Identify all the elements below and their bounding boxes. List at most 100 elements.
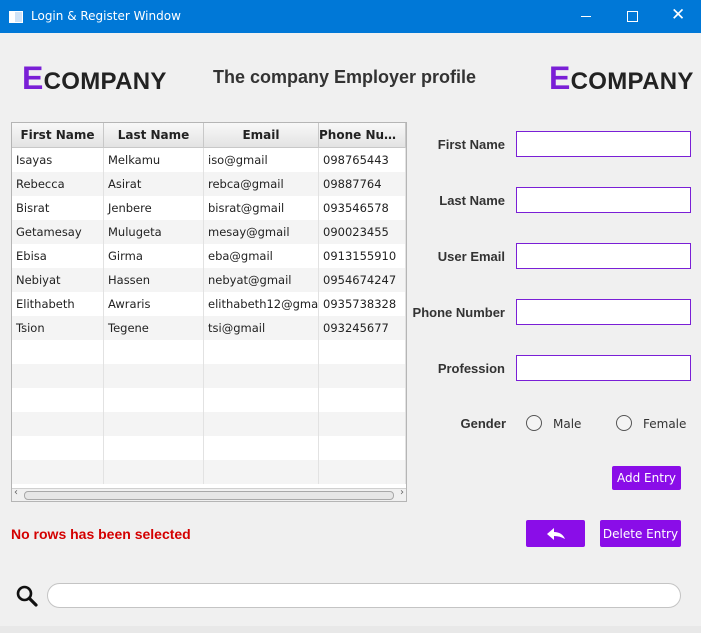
- first-name-field[interactable]: [516, 131, 691, 157]
- phone-field[interactable]: [516, 299, 691, 325]
- cell-first-name: [12, 460, 104, 484]
- cell-first-name: [12, 340, 104, 364]
- window-title: Login & Register Window: [31, 9, 181, 23]
- cell-last-name: Melkamu: [104, 148, 204, 172]
- delete-entry-button[interactable]: Delete Entry: [600, 520, 681, 547]
- cell-email: [204, 364, 319, 388]
- profession-field[interactable]: [516, 355, 691, 381]
- table-row[interactable]: Tsion Tegene tsi@gmail 093245677: [12, 316, 406, 340]
- cell-phone: 09887764: [319, 172, 406, 196]
- cell-email: iso@gmail: [204, 148, 319, 172]
- table-row[interactable]: Nebiyat Hassen nebyat@gmail 0954674247: [12, 268, 406, 292]
- table-row[interactable]: [12, 460, 406, 484]
- cell-email: [204, 412, 319, 436]
- scrollbar-thumb[interactable]: [24, 491, 394, 500]
- back-button[interactable]: [526, 520, 585, 547]
- table-row[interactable]: [12, 436, 406, 460]
- cell-last-name: [104, 340, 204, 364]
- cell-first-name: Getamesay: [12, 220, 104, 244]
- logo-text: COMPANY: [570, 68, 694, 95]
- table-row[interactable]: [12, 364, 406, 388]
- cell-phone: 093546578: [319, 196, 406, 220]
- bottom-strip: [0, 626, 701, 633]
- cell-email: tsi@gmail: [204, 316, 319, 340]
- cell-first-name: Tsion: [12, 316, 104, 340]
- logo-initial: E: [22, 60, 44, 96]
- minimize-icon: [581, 16, 591, 17]
- cell-phone: [319, 340, 406, 364]
- cell-phone: [319, 388, 406, 412]
- gender-label: Gender: [460, 416, 506, 431]
- first-name-label: First Name: [437, 137, 505, 152]
- add-entry-button[interactable]: Add Entry: [612, 466, 681, 490]
- cell-phone: 0935738328: [319, 292, 406, 316]
- search-icon[interactable]: [15, 584, 39, 608]
- cell-last-name: [104, 436, 204, 460]
- table-body: Isayas Melkamu iso@gmail 098765443 Rebecca As…: [12, 148, 406, 484]
- scroll-right-icon[interactable]: ›: [400, 487, 404, 498]
- cell-first-name: Elithabeth: [12, 292, 104, 316]
- cell-phone: 090023455: [319, 220, 406, 244]
- cell-first-name: [12, 436, 104, 460]
- cell-last-name: Awraris: [104, 292, 204, 316]
- scroll-left-icon[interactable]: ‹: [14, 487, 18, 498]
- cell-last-name: [104, 412, 204, 436]
- cell-first-name: Bisrat: [12, 196, 104, 220]
- table-row[interactable]: Rebecca Asirat rebca@gmail 09887764: [12, 172, 406, 196]
- cell-email: [204, 340, 319, 364]
- cell-email: nebyat@gmail: [204, 268, 319, 292]
- close-icon: ✕: [671, 5, 686, 25]
- company-logo-left: ECOMPANY: [22, 60, 167, 97]
- table-row[interactable]: Getamesay Mulugeta mesay@gmail 090023455: [12, 220, 406, 244]
- email-field[interactable]: [516, 243, 691, 269]
- cell-first-name: [12, 364, 104, 388]
- cell-email: [204, 460, 319, 484]
- search-input[interactable]: [47, 583, 681, 608]
- logo-initial: E: [549, 60, 571, 96]
- table-row[interactable]: [12, 388, 406, 412]
- table-row[interactable]: Isayas Melkamu iso@gmail 098765443: [12, 148, 406, 172]
- cell-email: [204, 388, 319, 412]
- cell-phone: [319, 412, 406, 436]
- profession-label: Profession: [437, 361, 505, 376]
- table-row[interactable]: [12, 340, 406, 364]
- app-icon: [9, 11, 23, 23]
- close-button[interactable]: ✕: [655, 0, 701, 33]
- maximize-icon: [627, 11, 638, 22]
- female-radio[interactable]: [616, 415, 632, 431]
- phone-label: Phone Number: [412, 305, 505, 320]
- column-header-email[interactable]: Email: [204, 123, 319, 147]
- minimize-button[interactable]: [563, 0, 609, 33]
- cell-first-name: [12, 388, 104, 412]
- cell-first-name: Ebisa: [12, 244, 104, 268]
- cell-email: bisrat@gmail: [204, 196, 319, 220]
- cell-last-name: Hassen: [104, 268, 204, 292]
- column-header-first-name[interactable]: First Name: [12, 123, 104, 147]
- last-name-label: Last Name: [439, 193, 505, 208]
- male-radio[interactable]: [526, 415, 542, 431]
- cell-last-name: [104, 388, 204, 412]
- horizontal-scrollbar[interactable]: ‹ ›: [12, 487, 406, 501]
- cell-email: rebca@gmail: [204, 172, 319, 196]
- logo-text: COMPANY: [43, 68, 167, 95]
- table-row[interactable]: [12, 412, 406, 436]
- company-logo-right: ECOMPANY: [549, 60, 694, 97]
- female-label: Female: [643, 417, 687, 431]
- table-row[interactable]: Elithabeth Awraris elithabeth12@gmail 09357…: [12, 292, 406, 316]
- cell-email: [204, 436, 319, 460]
- column-header-last-name[interactable]: Last Name: [104, 123, 204, 147]
- cell-phone: 093245677: [319, 316, 406, 340]
- cell-email: eba@gmail: [204, 244, 319, 268]
- column-header-phone[interactable]: Phone Num...: [319, 123, 406, 147]
- table-header: First Name Last Name Email Phone Num...: [12, 123, 406, 148]
- employee-table[interactable]: First Name Last Name Email Phone Num... …: [11, 122, 407, 502]
- last-name-field[interactable]: [516, 187, 691, 213]
- status-message: No rows has been selected: [11, 526, 191, 542]
- table-row[interactable]: Ebisa Girma eba@gmail 0913155910: [12, 244, 406, 268]
- cell-phone: [319, 436, 406, 460]
- male-label: Male: [553, 417, 582, 431]
- table-row[interactable]: Bisrat Jenbere bisrat@gmail 093546578: [12, 196, 406, 220]
- maximize-button[interactable]: [609, 0, 655, 33]
- title-bar: Login & Register Window ✕: [0, 0, 701, 33]
- cell-last-name: Jenbere: [104, 196, 204, 220]
